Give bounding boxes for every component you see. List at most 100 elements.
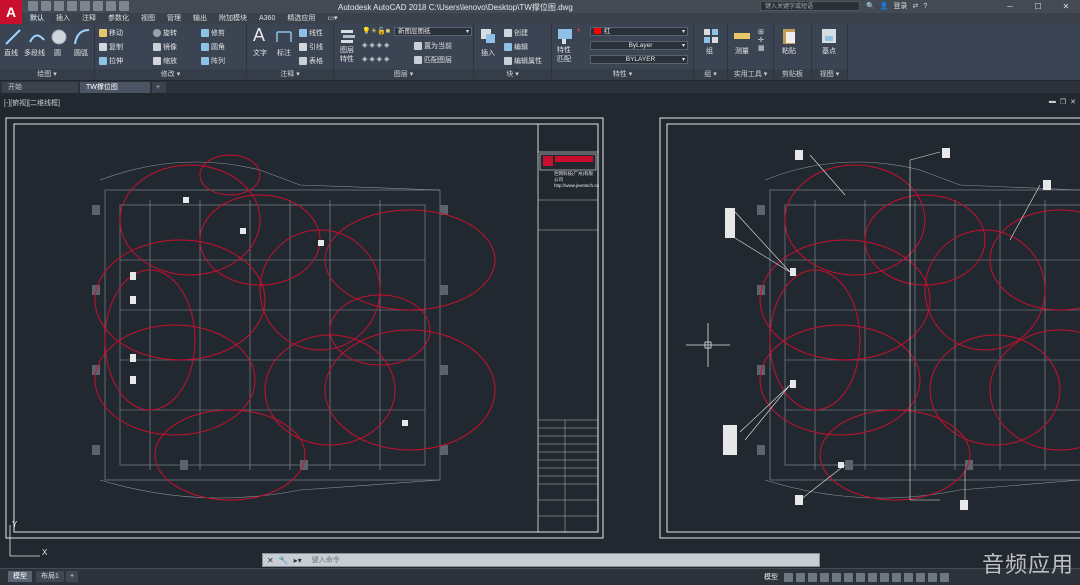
tab-model[interactable]: 模型 xyxy=(8,571,32,582)
save-icon[interactable] xyxy=(54,1,64,11)
match-layer-button[interactable]: 匹配图层 xyxy=(414,55,452,65)
text-button[interactable]: 文字 xyxy=(253,48,267,58)
table-button[interactable]: 表格 xyxy=(299,56,323,66)
paste-button[interactable]: 粘贴 xyxy=(782,46,796,56)
copy-button[interactable]: 复制 xyxy=(99,42,123,52)
annotation-panel-title[interactable]: 注释 ▾ xyxy=(247,69,333,80)
arc-icon[interactable] xyxy=(73,28,91,46)
recent-commands-icon[interactable]: ▸▾ xyxy=(294,556,302,565)
add-layout-icon[interactable]: + xyxy=(66,571,79,582)
insert-button[interactable]: 插入 xyxy=(481,48,495,58)
base-view-icon[interactable] xyxy=(820,27,838,45)
dimension-button[interactable]: 标注 xyxy=(277,48,291,58)
match-properties-icon[interactable] xyxy=(556,27,574,45)
fullscreen-icon[interactable] xyxy=(928,572,937,582)
ortho-icon[interactable] xyxy=(808,572,817,582)
annotation-scale-icon[interactable] xyxy=(880,572,889,582)
stretch-button[interactable]: 拉伸 xyxy=(99,56,123,66)
customize-command-icon[interactable]: 🔧 xyxy=(279,556,289,565)
tab-addins[interactable]: 附加模块 xyxy=(213,13,253,24)
polyline-button[interactable]: 多段线 xyxy=(24,48,45,58)
clipboard-panel-title[interactable]: 剪贴板 xyxy=(774,69,811,80)
tab-view[interactable]: 视图 xyxy=(135,13,161,24)
color-dropdown[interactable]: 红 ▾ xyxy=(590,27,688,36)
view-panel-title[interactable]: 视图 ▾ xyxy=(812,69,847,80)
properties-panel-title[interactable]: 特性 ▾ xyxy=(552,69,693,80)
exchange-icon[interactable]: ⇄ xyxy=(912,2,918,10)
tab-output[interactable]: 输出 xyxy=(187,13,213,24)
tab-manage[interactable]: 管理 xyxy=(161,13,187,24)
viewport-controls-label[interactable]: [-][俯视][二维线框] xyxy=(4,98,60,108)
minimize-button[interactable]: ─ xyxy=(996,0,1024,13)
group-icon[interactable] xyxy=(702,27,720,45)
close-command-icon[interactable]: ✕ xyxy=(267,556,274,565)
tab-tw-drawing[interactable]: TW撑位图 xyxy=(80,82,150,93)
utilities-panel-title[interactable]: 实用工具 ▾ xyxy=(728,69,773,80)
line-icon[interactable] xyxy=(4,28,22,46)
rotate-button[interactable]: 旋转 xyxy=(153,28,177,38)
lineweight-dropdown[interactable]: BYLAYER ▾ xyxy=(590,55,688,64)
isolate-icon[interactable] xyxy=(904,572,913,582)
undo-icon[interactable] xyxy=(93,1,103,11)
edit-attributes-button[interactable]: 编辑属性 xyxy=(504,56,542,66)
transparency-icon[interactable] xyxy=(868,572,877,582)
utility-icons[interactable]: ⊞ ✛ ▦ xyxy=(758,28,765,52)
tab-insert[interactable]: 插入 xyxy=(50,13,76,24)
create-block-button[interactable]: 创建 xyxy=(504,28,528,38)
login-link[interactable]: 登录 xyxy=(893,1,907,11)
command-input[interactable]: 键入命令 xyxy=(306,555,340,565)
modify-panel-title[interactable]: 修改 ▾ xyxy=(95,69,246,80)
linetype-dropdown[interactable]: ByLayer ▾ xyxy=(590,41,688,50)
edit-block-button[interactable]: 编辑 xyxy=(504,42,528,52)
snap-icon[interactable] xyxy=(796,572,805,582)
close-button[interactable]: ✕ xyxy=(1052,0,1080,13)
block-panel-title[interactable]: 块 ▾ xyxy=(474,69,551,80)
circle-button[interactable]: 圆 xyxy=(54,48,61,58)
dimension-icon[interactable] xyxy=(275,28,293,46)
group-button[interactable]: 组 xyxy=(706,46,713,56)
insert-block-icon[interactable] xyxy=(479,27,497,45)
redo-icon[interactable] xyxy=(106,1,116,11)
trim-button[interactable]: 修剪 xyxy=(201,28,225,38)
groups-panel-title[interactable]: 组 ▾ xyxy=(694,69,727,80)
arc-button[interactable]: 圆弧 xyxy=(74,48,88,58)
autocad-logo-icon[interactable]: A xyxy=(0,0,22,24)
scale-button[interactable]: 缩放 xyxy=(153,56,177,66)
base-view-button[interactable]: 基点 xyxy=(822,46,836,56)
leader-button[interactable]: 引线 xyxy=(299,42,323,52)
draw-panel-title[interactable]: 绘图 ▾ xyxy=(0,69,94,80)
customize-status-icon[interactable] xyxy=(940,572,949,582)
tab-start[interactable]: 开始 xyxy=(2,82,78,93)
grid-icon[interactable] xyxy=(784,572,793,582)
new-tab-icon[interactable]: + xyxy=(152,82,166,93)
polar-icon[interactable] xyxy=(820,572,829,582)
maximize-button[interactable]: ☐ xyxy=(1024,0,1052,13)
save-as-icon[interactable] xyxy=(67,1,77,11)
viewport-restore-icon[interactable]: ❐ xyxy=(1060,98,1066,106)
color-wheel-icon[interactable]: ◑ xyxy=(576,27,580,34)
layer-tools-row1[interactable]: ◈ ◈ ◈ ◈ xyxy=(362,41,389,49)
drawing-canvas[interactable]: Y X xyxy=(0,93,1080,570)
new-file-icon[interactable] xyxy=(28,1,38,11)
search-input[interactable]: 键入关键字或短语 xyxy=(760,1,860,11)
tab-featured-apps[interactable]: 精选应用 xyxy=(281,13,321,24)
tab-layout1[interactable]: 布局1 xyxy=(36,571,64,582)
text-icon[interactable]: A xyxy=(253,25,265,46)
measure-icon[interactable] xyxy=(733,27,751,45)
layer-properties-icon[interactable] xyxy=(339,27,357,45)
layer-properties-button[interactable]: 图层 特性 xyxy=(340,46,354,64)
array-button[interactable]: 阵列 xyxy=(201,56,225,66)
lineweight-icon[interactable] xyxy=(856,572,865,582)
user-icon[interactable]: 👤 xyxy=(880,2,889,10)
tab-annotate[interactable]: 注释 xyxy=(76,13,102,24)
paste-icon[interactable] xyxy=(780,27,798,45)
model-space-toggle[interactable]: 模型 xyxy=(764,572,778,582)
help-icon[interactable]: ? xyxy=(923,3,927,10)
polyline-icon[interactable] xyxy=(28,28,46,46)
linear-button[interactable]: 线性 xyxy=(299,28,323,38)
line-button[interactable]: 直线 xyxy=(4,48,18,58)
osnap-icon[interactable] xyxy=(832,572,841,582)
measure-button[interactable]: 测量 xyxy=(735,46,749,56)
tab-a360[interactable]: A360 xyxy=(253,13,281,24)
viewport-minimize-icon[interactable]: ▬ xyxy=(1049,98,1056,106)
